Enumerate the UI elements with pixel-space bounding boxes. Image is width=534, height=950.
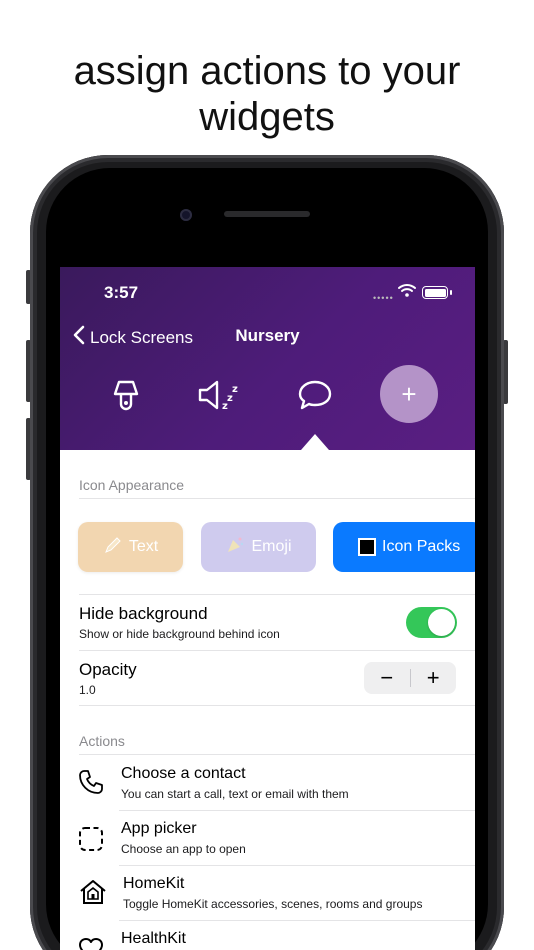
party-popper-icon [225, 535, 245, 560]
chevron-left-icon [72, 325, 86, 350]
opacity-title: Opacity [79, 660, 137, 679]
opacity-decrease-button[interactable]: − [364, 662, 410, 694]
divider [79, 754, 475, 755]
battery-tip [450, 290, 452, 295]
speaker-mute-icon[interactable]: z z z [189, 365, 249, 425]
actions-label: Actions [79, 733, 125, 749]
icon-packs-mode-label: Icon Packs [382, 538, 461, 555]
navigation-bar: Lock Screens Nursery [60, 319, 475, 355]
front-camera [180, 209, 192, 221]
dashed-square-icon [77, 825, 105, 853]
action-title: Choose a contact [121, 765, 246, 782]
icon-packs-mode-button[interactable]: Icon Packs [333, 522, 475, 572]
action-subtitle: Choose an app to open [121, 842, 246, 856]
action-homekit[interactable]: HomeKit Toggle HomeKit accessories, scen… [60, 866, 475, 921]
earpiece-speaker [224, 211, 310, 217]
app-screen: 3:57 ••••• Lock Screens Nursery z z z + … [60, 267, 475, 950]
action-title: HomeKit [123, 875, 185, 892]
divider [79, 705, 475, 706]
emoji-mode-button[interactable]: Emoji [201, 522, 316, 572]
action-choose-contact[interactable]: Choose a contact You can start a call, t… [60, 756, 475, 811]
divider [79, 498, 475, 499]
action-subtitle: You can start a call, text or email with… [121, 787, 349, 801]
icon-appearance-label: Icon Appearance [79, 477, 185, 493]
hide-background-title: Hide background [79, 604, 208, 623]
status-time: 3:57 [104, 283, 139, 302]
lamp-icon[interactable] [96, 365, 156, 425]
opacity-increase-button[interactable]: + [410, 662, 456, 694]
opacity-value: 1.0 [79, 683, 96, 697]
selection-pointer [301, 434, 329, 450]
chat-bubble-icon[interactable] [285, 365, 345, 425]
headline: assign actions to your widgets [0, 48, 534, 140]
icon-pack-square-icon [358, 538, 376, 556]
divider [79, 594, 475, 595]
phone-icon [77, 768, 105, 796]
header-panel: 3:57 ••••• Lock Screens Nursery z z z + [60, 267, 475, 450]
opacity-stepper: − + [364, 662, 456, 694]
divider [79, 650, 475, 651]
back-button[interactable]: Lock Screens [72, 325, 193, 350]
wifi-icon [398, 283, 416, 302]
hide-background-toggle[interactable] [406, 607, 457, 638]
add-widget-button[interactable]: + [380, 365, 438, 423]
hide-background-subtitle: Show or hide background behind icon [79, 627, 280, 641]
back-label: Lock Screens [90, 327, 193, 347]
action-title: HealthKit [121, 930, 186, 947]
widget-icon-row: z z z + [60, 365, 475, 429]
emoji-mode-label: Emoji [251, 538, 292, 555]
heart-icon [77, 935, 105, 950]
battery-icon [422, 286, 448, 299]
text-mode-label: Text [128, 538, 159, 555]
action-title: App picker [121, 820, 197, 837]
headline-line-1: assign actions to your [73, 49, 461, 93]
headline-line-2: widgets [199, 95, 335, 139]
status-bar: 3:57 ••••• [60, 267, 475, 317]
home-icon [77, 878, 109, 906]
svg-text:z: z [232, 384, 238, 395]
action-subtitle: Toggle HomeKit accessories, scenes, room… [123, 897, 423, 911]
action-app-picker[interactable]: App picker Choose an app to open [60, 811, 475, 866]
action-healthkit[interactable]: HealthKit [60, 921, 475, 950]
toggle-knob [428, 609, 455, 636]
signal-icon: ••••• [373, 293, 394, 303]
pencil-icon [103, 535, 123, 560]
text-mode-button[interactable]: Text [78, 522, 183, 572]
